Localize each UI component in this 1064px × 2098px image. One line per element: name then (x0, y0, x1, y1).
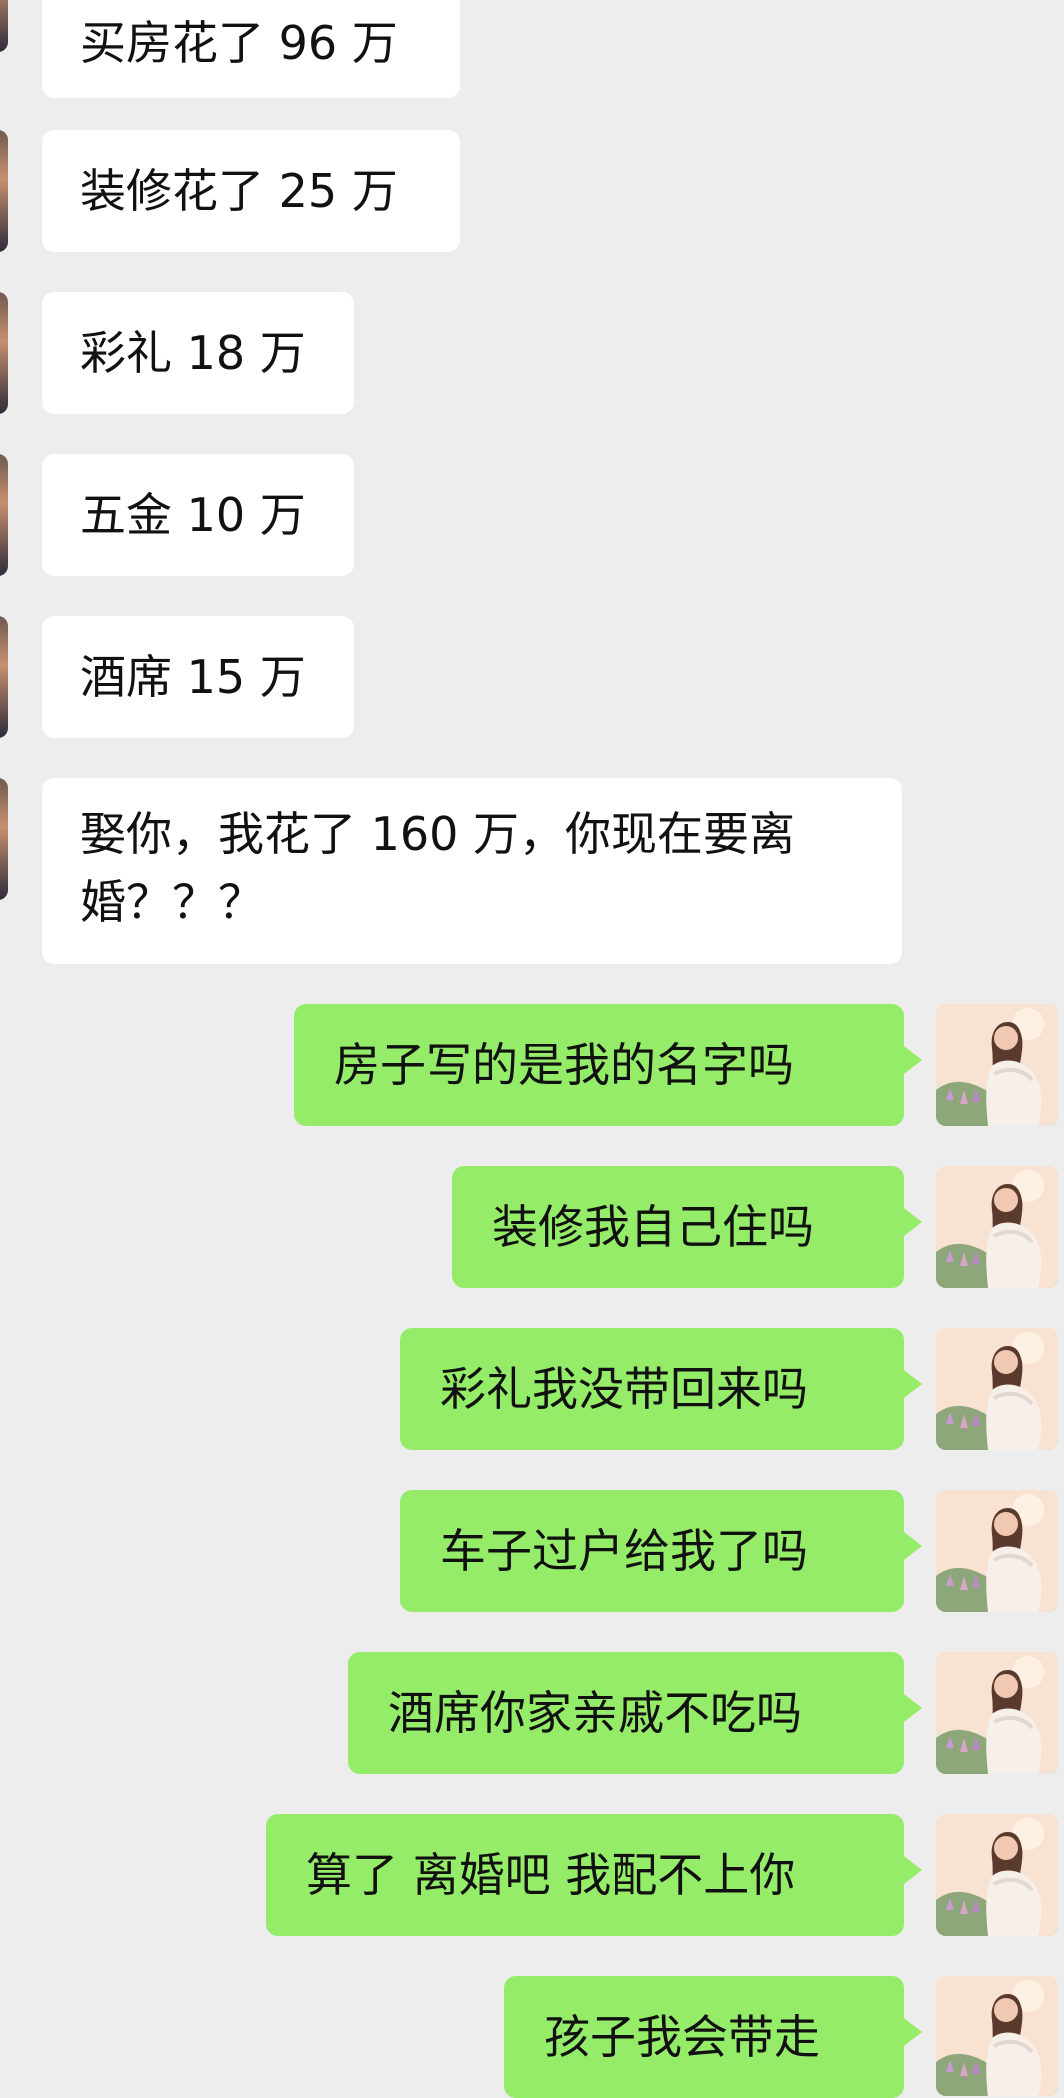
contact-avatar-icon[interactable] (0, 0, 8, 52)
incoming-bubble[interactable]: 五金 10 万 (42, 454, 354, 576)
contact-avatar-icon[interactable] (0, 454, 8, 576)
user-avatar-icon[interactable] (936, 1490, 1058, 1612)
outgoing-bubble[interactable]: 酒席你家亲戚不吃吗 (348, 1652, 922, 1774)
outgoing-bubble[interactable]: 房子写的是我的名字吗 (294, 1004, 922, 1126)
outgoing-bubble[interactable]: 车子过户给我了吗 (400, 1490, 922, 1612)
outgoing-bubble[interactable]: 彩礼我没带回来吗 (400, 1328, 922, 1450)
chat-thread: 买房花了 96 万 装修花了 25 万 彩礼 18 万 五金 10 万 酒席 1… (0, 0, 1064, 2098)
outgoing-bubble[interactable]: 算了 离婚吧 我配不上你 (266, 1814, 922, 1936)
contact-avatar-icon[interactable] (0, 616, 8, 738)
user-avatar-icon[interactable] (936, 1652, 1058, 1774)
outgoing-bubble[interactable]: 孩子我会带走 (504, 1976, 922, 2098)
incoming-bubble[interactable]: 彩礼 18 万 (42, 292, 354, 414)
user-avatar-icon[interactable] (936, 1166, 1058, 1288)
user-avatar-icon[interactable] (936, 1328, 1058, 1450)
contact-avatar-icon[interactable] (0, 292, 8, 414)
user-avatar-icon[interactable] (936, 1976, 1058, 2096)
user-avatar-icon[interactable] (936, 1004, 1058, 1126)
user-avatar-icon[interactable] (936, 1814, 1058, 1936)
incoming-bubble[interactable]: 酒席 15 万 (42, 616, 354, 738)
outgoing-bubble[interactable]: 装修我自己住吗 (452, 1166, 922, 1288)
incoming-bubble[interactable]: 买房花了 96 万 (42, 0, 460, 98)
contact-avatar-icon[interactable] (0, 130, 8, 252)
contact-avatar-icon[interactable] (0, 778, 8, 900)
incoming-bubble[interactable]: 装修花了 25 万 (42, 130, 460, 252)
incoming-bubble[interactable]: 娶你，我花了 160 万，你现在要离婚？？？ (42, 778, 902, 964)
